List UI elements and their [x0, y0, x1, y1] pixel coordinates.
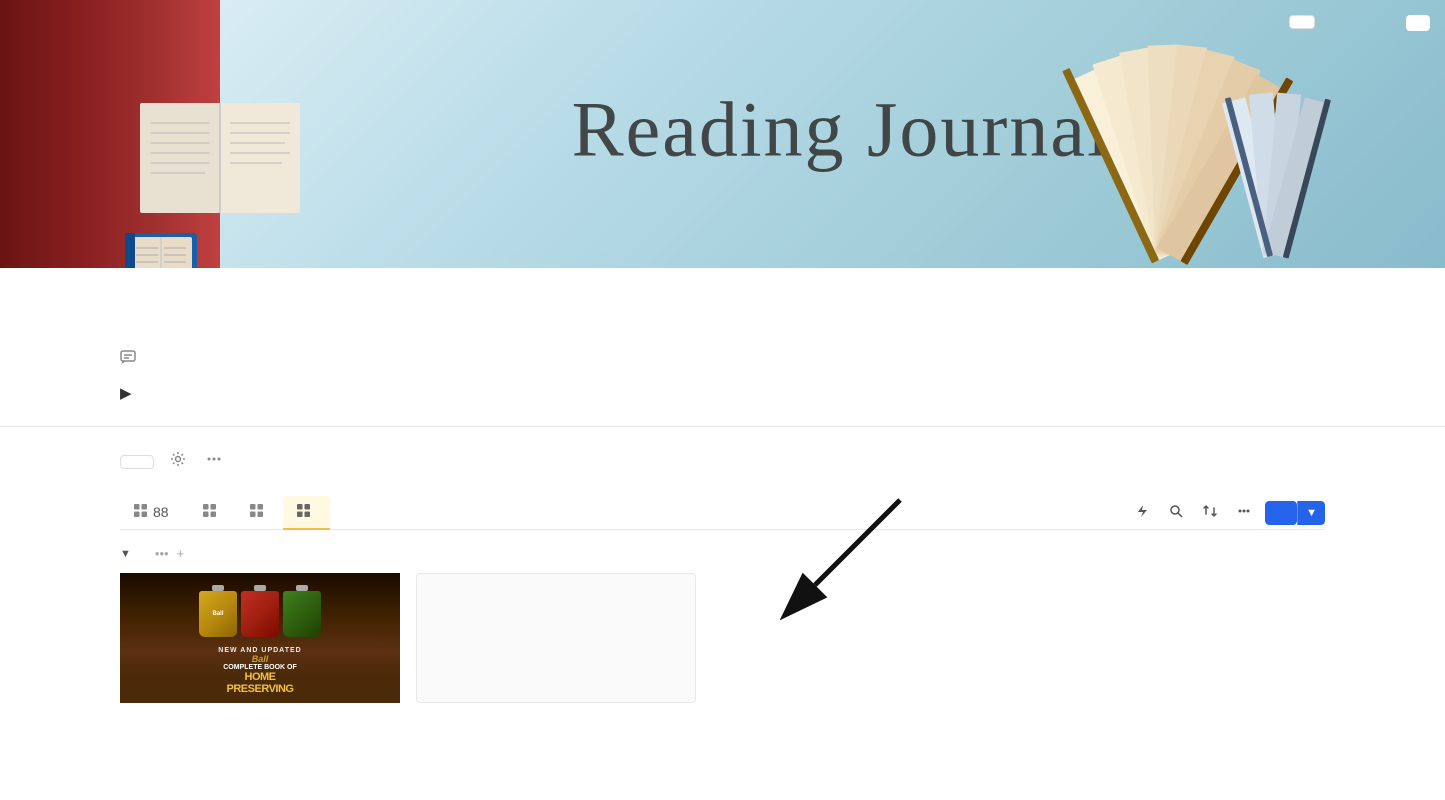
- toggle-arrow: ▶: [120, 384, 132, 402]
- sort-button[interactable]: [1109, 509, 1121, 517]
- search-button[interactable]: [1163, 500, 1189, 525]
- grid-icon: [297, 504, 310, 517]
- tab-grid-icon-author: [297, 504, 310, 520]
- brand-logo: [1406, 15, 1430, 31]
- book-icon: [120, 223, 202, 268]
- tab-grid-icon-tbr: [250, 504, 263, 520]
- tab-my-library[interactable]: 88: [120, 496, 189, 530]
- more-options-button[interactable]: [202, 447, 226, 476]
- new-button[interactable]: [1265, 501, 1297, 525]
- tab-all-books-by-author[interactable]: [283, 496, 330, 530]
- group-add-button[interactable]: +: [177, 546, 185, 561]
- book-card-ball[interactable]: Ball NEW AND UPDATED: [120, 573, 400, 703]
- settings-icon-button[interactable]: [166, 447, 190, 476]
- grid-icon: [134, 504, 147, 517]
- add-comment[interactable]: [120, 350, 1325, 366]
- tab-finished-books[interactable]: [189, 496, 236, 530]
- group-toggle-arrow: ▼: [120, 548, 131, 560]
- search-icon: [1169, 504, 1183, 518]
- sort-arrows-icon: [1203, 504, 1217, 518]
- lightning-icon: [1135, 504, 1149, 518]
- tab-grid-icon-finished: [203, 504, 216, 520]
- books-grid: Ball NEW AND UPDATED: [120, 573, 1325, 703]
- tab-more[interactable]: [330, 513, 346, 529]
- tab-grid-icon-my-library: [134, 504, 147, 520]
- grid-icon: [203, 504, 216, 517]
- sort-arrows-button[interactable]: [1197, 500, 1223, 525]
- divider: [0, 426, 1445, 427]
- new-button-dropdown[interactable]: ▼: [1297, 501, 1325, 525]
- group-more-button[interactable]: •••: [155, 546, 169, 561]
- toggle-section[interactable]: ▶: [120, 384, 1325, 402]
- group-header-ball[interactable]: ▼ ••• +: [120, 530, 1325, 573]
- banner: Reading Journal: [0, 0, 1445, 268]
- tabs-row: 88: [120, 496, 1325, 530]
- toolbar: [120, 447, 1325, 476]
- new-button-wrapper: ▼: [1265, 501, 1325, 525]
- book-card-empty[interactable]: [416, 573, 696, 703]
- tab-my-library-badge: 88: [153, 504, 169, 520]
- page-content: ▶: [0, 268, 1445, 723]
- more-tab-options-button[interactable]: [1231, 500, 1257, 525]
- ellipsis-h-icon: [1237, 504, 1251, 518]
- lightning-button[interactable]: [1129, 500, 1155, 525]
- grid-icon: [250, 504, 263, 517]
- filter-button[interactable]: [1089, 509, 1101, 517]
- gear-icon: [170, 451, 186, 467]
- ellipsis-icon: [206, 451, 222, 467]
- comment-icon: [120, 350, 136, 366]
- tabs-list: 88: [120, 496, 346, 529]
- tab-actions: ▼: [1089, 500, 1325, 525]
- tab-to-be-read[interactable]: [236, 496, 283, 530]
- add-new-book-button[interactable]: [120, 455, 154, 469]
